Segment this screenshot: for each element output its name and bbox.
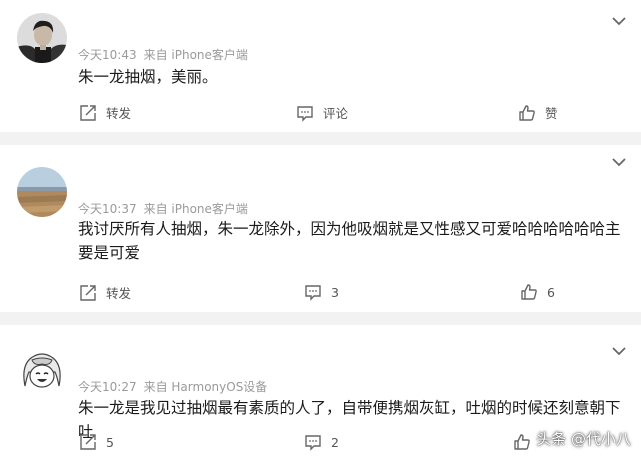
comment-button[interactable]: 评论 [296,103,348,122]
user-avatar[interactable] [17,346,67,396]
repost-icon [80,284,96,301]
comment-button[interactable]: 2 [304,433,339,451]
post-time: 今天10:43 [78,48,137,62]
repost-button[interactable]: 转发 [79,103,131,122]
comment-feed: 今天10:43 来自 iPhone客户端 朱一龙抽烟，美丽。 转发 评论 赞 今… [0,0,641,459]
divider [0,132,641,145]
post-time: 今天10:27 [78,380,137,394]
thumbs-up-icon [514,434,530,450]
comment-label: 评论 [323,106,349,121]
post-time: 今天10:37 [78,202,137,216]
post-content: 朱一龙抽烟，美丽。 [78,68,218,86]
like-label: 赞 [545,106,558,121]
repost-label: 转发 [106,106,132,121]
repost-count: 5 [106,434,114,450]
repost-icon [80,434,96,450]
comment-icon [297,105,313,122]
repost-button[interactable]: 5 [79,433,114,451]
repost-button[interactable]: 转发 [79,283,131,302]
comment-icon [305,285,321,301]
chevron-down-icon[interactable] [611,153,627,167]
like-button[interactable]: 赞 [518,103,558,122]
post-source: 来自 iPhone客户端 [143,48,248,62]
repost-icon [80,104,96,121]
divider [0,312,641,325]
thumbs-up-icon [519,104,535,121]
like-count: 6 [547,284,555,300]
chevron-down-icon[interactable] [611,342,627,356]
comment-count: 3 [331,284,339,300]
post-content: 我讨厌所有人抽烟，朱一龙除外，因为他吸烟就是又性感又可爱哈哈哈哈哈哈主要是可爱 [78,220,621,262]
user-avatar[interactable] [17,13,67,63]
watermark: 头条 @代小八 [536,430,631,448]
thumbs-up-icon [521,284,537,300]
comment-icon [305,435,321,451]
comment-count: 2 [331,434,339,450]
post-meta: 今天10:43 来自 iPhone客户端 [78,46,248,63]
post-card: 今天10:37 来自 iPhone客户端 我讨厌所有人抽烟，朱一龙除外，因为他吸烟… [0,145,641,312]
post-meta: 今天10:27 来自 HarmonyOS设备 [78,378,267,395]
repost-label: 转发 [106,286,132,301]
post-source: 来自 HarmonyOS设备 [143,380,268,394]
post-card: 今天10:43 来自 iPhone客户端 朱一龙抽烟，美丽。 转发 评论 赞 [0,0,641,132]
like-button[interactable]: 6 [520,283,555,301]
post-meta: 今天10:37 来自 iPhone客户端 [78,200,248,217]
chevron-down-icon[interactable] [611,12,627,26]
comment-button[interactable]: 3 [304,283,339,301]
user-avatar[interactable] [17,167,67,217]
post-source: 来自 iPhone客户端 [143,202,248,216]
